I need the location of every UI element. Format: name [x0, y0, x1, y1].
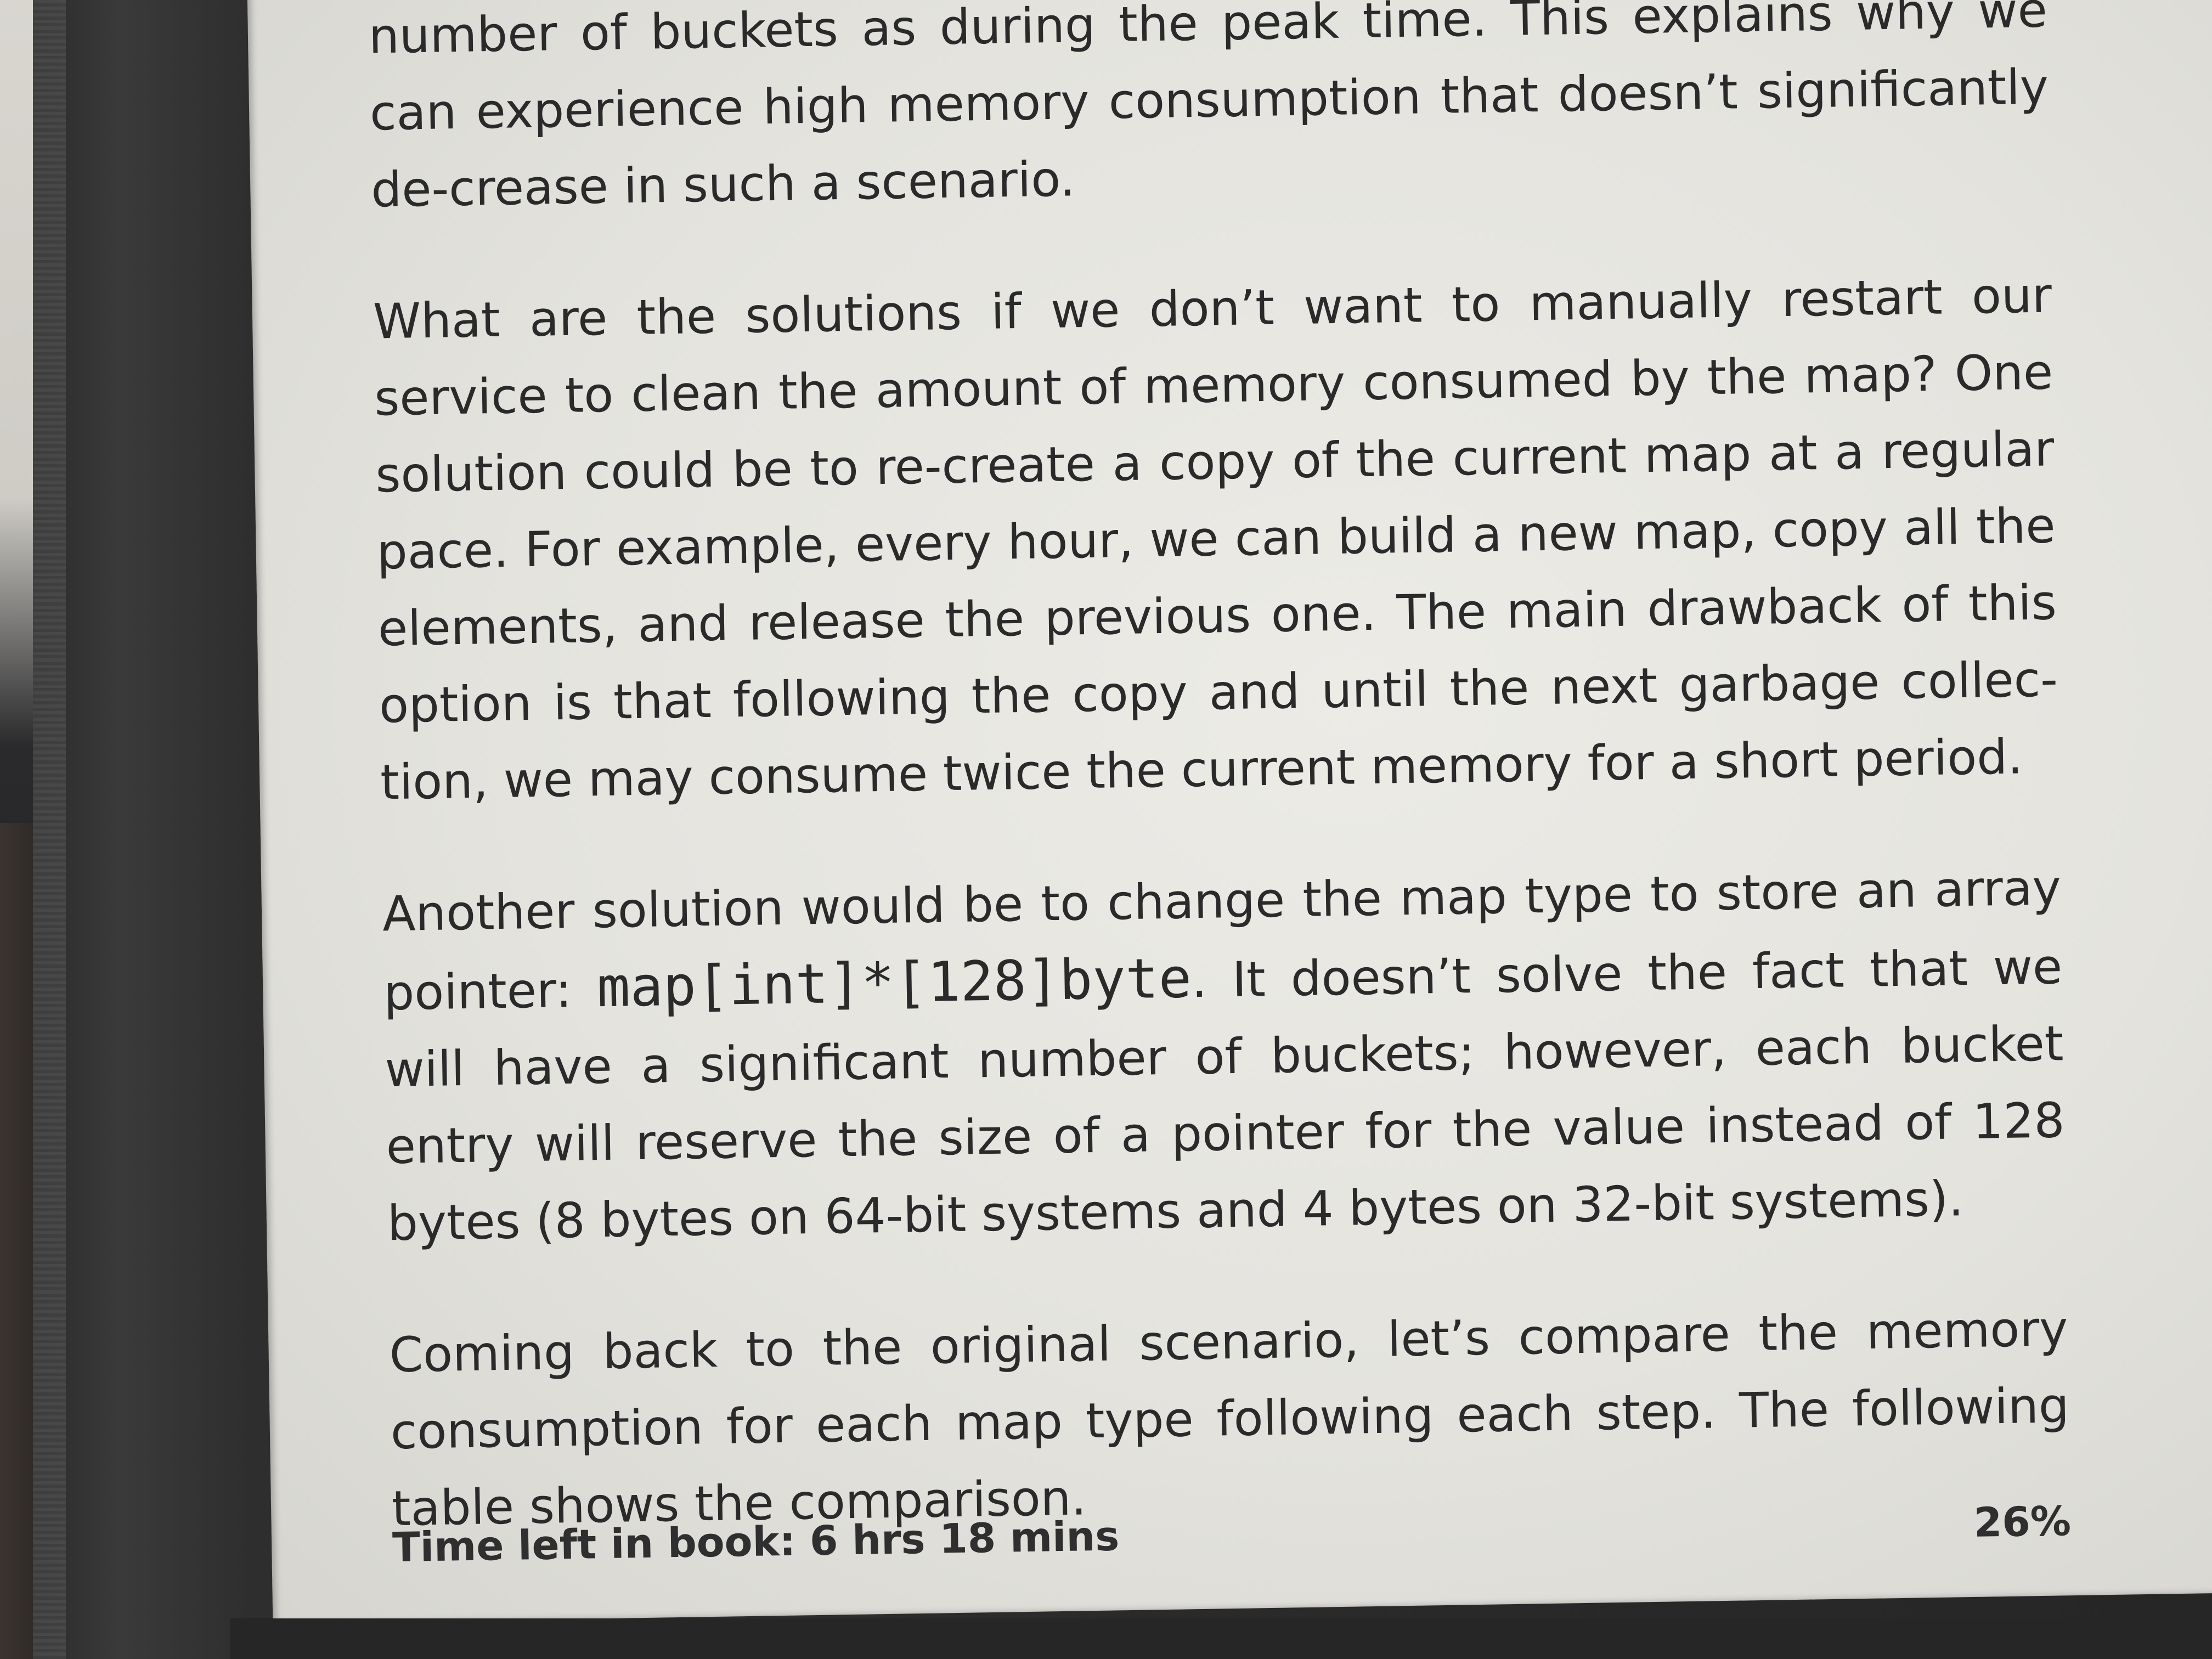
paragraph-1: number of buckets as during the peak tim… [368, 0, 2049, 218]
paragraph-3: Another solution would be to change the … [382, 849, 2067, 1262]
time-left-in-book[interactable]: Time left in book: 6 hrs 18 mins [392, 1513, 1120, 1571]
book-page[interactable]: number of buckets as during the peak tim… [368, 0, 2072, 1602]
paragraph-2: What are the solutions if we don’t want … [373, 267, 2058, 811]
ereader-screen[interactable]: number of buckets as during the peak tim… [247, 0, 2212, 1624]
inline-code: map[int]*[128]byte [596, 946, 1192, 1020]
device-bottom-bezel [230, 1618, 2212, 1659]
device-edge-texture [33, 0, 66, 1659]
reading-progress-percent[interactable]: 26% [1973, 1498, 2071, 1547]
